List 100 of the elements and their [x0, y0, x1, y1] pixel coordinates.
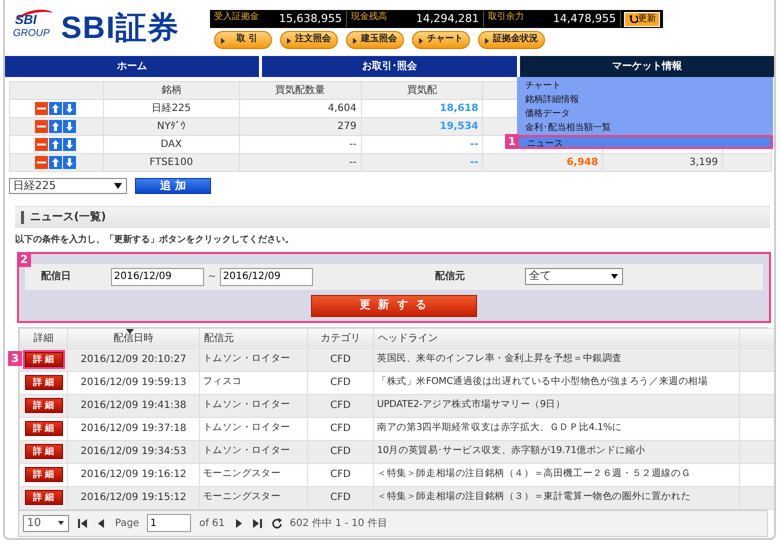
last-page-button[interactable]	[252, 518, 263, 528]
headline-cell: UPDATE2-アジア株式市場サマリー（9日）	[374, 394, 740, 417]
category-cell: CFD	[308, 463, 374, 486]
column-header: 配信日時	[68, 328, 200, 348]
category-cell: CFD	[308, 371, 374, 394]
refresh-button[interactable]: 更新	[624, 12, 660, 26]
menu-item[interactable]: 金利･配当相当額一覧	[517, 121, 773, 135]
callout-number: 1	[505, 134, 519, 149]
symbol-cell: FTSE100	[103, 154, 240, 172]
menu-item[interactable]: 銘柄詳細情報	[517, 93, 773, 107]
account-label: 現金残高	[351, 10, 387, 24]
symbol-select[interactable]: 日経225	[9, 178, 127, 194]
date-from-field[interactable]: 2016/12/09	[111, 268, 204, 286]
date-cell: 2016/12/09 20:10:27	[68, 348, 200, 371]
detail-button[interactable]: 詳 細	[24, 352, 62, 368]
remove-button[interactable]	[35, 138, 48, 151]
caret-icon	[610, 272, 619, 281]
column-header: 配信元	[200, 328, 308, 348]
move-up-button[interactable]	[49, 120, 62, 133]
detail-button[interactable]: 詳 細	[24, 421, 62, 436]
column-header: カテゴリ	[308, 328, 374, 348]
category-cell: CFD	[308, 394, 374, 417]
refresh-icon	[628, 13, 638, 24]
menu-item[interactable]: ニュース	[517, 135, 773, 149]
move-down-button[interactable]	[63, 156, 76, 169]
detail-button[interactable]: 詳 細	[24, 398, 62, 414]
price-cell: 6,948	[482, 154, 603, 172]
menu-button[interactable]: チャート	[412, 31, 470, 49]
menu-button[interactable]: 注文照会	[280, 31, 338, 49]
detail-button[interactable]: 詳 細	[24, 444, 62, 460]
remove-button[interactable]	[35, 120, 48, 133]
column-header: 銘柄	[103, 82, 240, 100]
move-up-button[interactable]	[49, 156, 62, 169]
date-cell: 2016/12/09 19:16:12	[68, 463, 200, 486]
refresh-button[interactable]	[270, 518, 282, 528]
source-cell: トムソン・ロイター	[200, 417, 308, 440]
page-size-select[interactable]: 10	[23, 514, 69, 532]
headline-cell: ＜特集＞師走相場の注目銘柄（３）＝東計電算ー物色の圏外に置かれた	[374, 486, 740, 509]
source-select[interactable]: 全て	[525, 268, 623, 285]
first-page-button[interactable]	[77, 518, 88, 528]
source-cell: モーニングスター	[200, 486, 308, 509]
sort-icon	[126, 328, 134, 334]
page-label: Page	[115, 516, 140, 530]
source-cell: モーニングスター	[200, 463, 308, 486]
move-down-button[interactable]	[63, 138, 76, 151]
field-label: 配信日	[41, 270, 72, 284]
category-cell: CFD	[308, 486, 374, 509]
caret-icon	[57, 519, 65, 527]
add-button[interactable]: 追 加	[135, 178, 211, 194]
column-header: 詳細	[20, 328, 68, 348]
date-cell: 2016/12/09 19:37:18	[68, 417, 200, 440]
remove-button[interactable]	[35, 156, 48, 169]
menu-item[interactable]: チャート	[517, 79, 773, 93]
previous-page-button[interactable]	[96, 518, 107, 528]
account-value: 14,478,955	[553, 10, 616, 27]
category-cell: CFD	[308, 417, 374, 440]
record-summary: 602 件中 1 - 10 件目	[290, 516, 388, 530]
logo-text: GROUP	[13, 29, 50, 39]
separator-text: ～	[207, 270, 217, 284]
headline-cell: 「株式」米FOMC通過後は出遅れている中小型物色が強まろう／来週の相場	[374, 371, 740, 394]
remove-button[interactable]	[35, 102, 48, 115]
page-field[interactable]: 1	[147, 514, 192, 532]
menu-button[interactable]: 建玉照会	[346, 31, 404, 49]
move-up-button[interactable]	[49, 102, 62, 115]
account-value: 14,294,281	[416, 10, 479, 27]
menu-item[interactable]: 価格データ	[517, 107, 773, 121]
update-button[interactable]: 更 新 す る	[311, 294, 477, 316]
account-label: 取引余力	[488, 10, 524, 24]
title-marker	[21, 211, 24, 224]
nav-tab[interactable]: マーケット情報	[520, 56, 774, 77]
menu-button[interactable]: 取 引	[214, 31, 272, 49]
headline-cell: ＜特集＞師走相場の注目銘柄（４）＝高田機工ー２６週・５２週線のＧ	[374, 463, 740, 486]
logo-text: SBI	[15, 13, 37, 26]
source-cell: フィスコ	[200, 371, 308, 394]
section-title: ニュース(一覧)	[30, 209, 106, 226]
headline-cell: 南アの第3四半期経常収支は赤字拡大、ＧＤＰ比4.1%に	[374, 417, 740, 440]
detail-button[interactable]: 詳 細	[24, 467, 62, 482]
menu-button[interactable]: 証拠金状況	[478, 31, 545, 49]
callout-number: 3	[8, 350, 22, 366]
detail-button[interactable]: 詳 細	[24, 375, 62, 390]
move-down-button[interactable]	[63, 102, 76, 115]
move-down-button[interactable]	[63, 120, 76, 133]
logo-text: SBI証券	[61, 12, 180, 42]
detail-button[interactable]: 詳 細	[24, 490, 62, 506]
headline-cell: 10月の英貿易･サービス収支、赤字額が19.71億ポンドに縮小	[374, 440, 740, 463]
field-label: 配信元	[435, 270, 466, 284]
source-cell: トムソン・ロイター	[200, 440, 308, 463]
instruction-text: 以下の条件を入力し、「更新する」ボタンをクリックしてください。	[15, 234, 295, 247]
date-to-field[interactable]: 2016/12/09	[220, 268, 313, 286]
date-cell: 2016/12/09 19:59:13	[68, 371, 200, 394]
nav-tab[interactable]: ホーム	[5, 56, 260, 77]
account-label: 受入証拠金	[214, 10, 259, 24]
column-header: ヘッドライン	[374, 328, 740, 348]
callout-number: 2	[17, 252, 31, 266]
date-cell: 2016/12/09 19:41:38	[68, 394, 200, 417]
quantity-cell: --	[239, 154, 362, 172]
account-value: 15,638,955	[279, 10, 342, 27]
move-up-button[interactable]	[49, 138, 62, 151]
bid-cell: --	[361, 154, 483, 172]
nav-tab[interactable]: お取引･照会	[262, 56, 517, 77]
